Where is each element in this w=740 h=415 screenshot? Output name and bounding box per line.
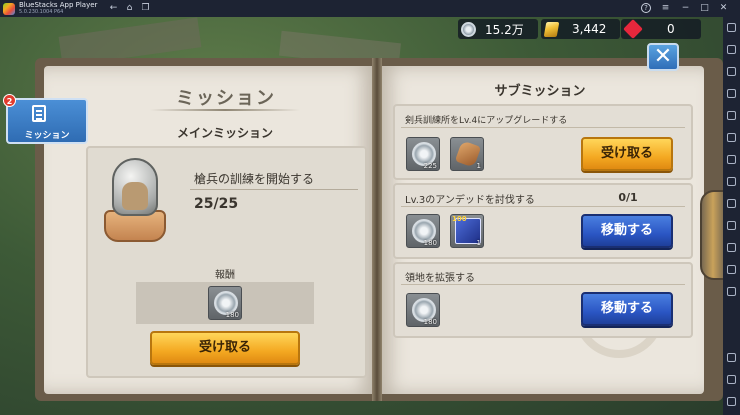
folder-icon[interactable] [727, 133, 736, 142]
home-icon[interactable]: ⌂ [124, 3, 135, 14]
eco-mode-icon[interactable] [727, 287, 736, 296]
reward-item: 180 [208, 286, 242, 320]
main-claim-button[interactable]: 受け取る [150, 331, 300, 365]
maximize-icon[interactable]: □ [699, 3, 710, 14]
submission-divider [401, 284, 685, 285]
bluestacks-logo-icon [3, 2, 15, 15]
notification-badge: 2 [3, 94, 16, 107]
submission-go-button[interactable]: 移動する [581, 214, 673, 248]
task-divider [190, 189, 358, 190]
sidebar-back-icon[interactable] [727, 375, 736, 384]
helmet-icon [100, 158, 168, 248]
back-icon[interactable]: ← [108, 3, 119, 14]
silver-amount: 15.2万 [485, 22, 524, 37]
gamepad-icon[interactable] [727, 45, 736, 54]
submission-divider [401, 127, 685, 128]
location-icon[interactable] [727, 177, 736, 186]
silver-resource: 15.2万 [458, 19, 538, 39]
shake-icon[interactable] [727, 199, 736, 208]
reward-item: 1 [450, 137, 484, 171]
reward-item: 180 [406, 214, 440, 248]
gem-amount: 0 [667, 22, 675, 36]
keyboard-icon[interactable] [727, 23, 736, 32]
gem-icon [623, 19, 643, 39]
main-mission-task: 槍兵の訓練を開始する [194, 172, 315, 186]
reward-item: 100 1 [450, 214, 484, 248]
submission-claim-button[interactable]: 受け取る [581, 137, 673, 171]
helmet-face [122, 182, 148, 210]
settings-icon[interactable] [727, 353, 736, 362]
mission-doc-icon [32, 105, 46, 122]
gold-resource: 3,442 [541, 19, 620, 39]
submission-text: 剣兵訓練所をLv.4にアップグレードする [405, 116, 568, 126]
multi-instance-icon[interactable] [727, 265, 736, 274]
reward-label: 報酬 [215, 270, 235, 281]
help-icon[interactable]: ? [641, 3, 651, 13]
main-mission-heading: メインミッション [176, 126, 273, 140]
submission-divider [401, 206, 685, 207]
emulator-sidebar [723, 17, 740, 415]
window-close-icon[interactable]: ✕ [718, 3, 729, 14]
gem-resource: 0 [621, 19, 701, 39]
tab-mission[interactable]: ミッション [6, 98, 88, 144]
minimize-icon[interactable]: − [680, 3, 691, 14]
page-title: ミッション [176, 88, 276, 109]
screenshot-icon[interactable] [727, 67, 736, 76]
menu-icon[interactable]: ≡ [660, 3, 671, 14]
item-quantity: 180 [423, 318, 437, 326]
record-icon[interactable] [727, 89, 736, 98]
submission-go-button[interactable]: 移動する [581, 292, 673, 326]
item-quantity: 180 [225, 311, 239, 319]
emulator-titlebar: BlueStacks App Player 5.0.230.1004 P64 ←… [0, 0, 740, 17]
silver-coin-icon [461, 21, 476, 37]
item-quantity: 1 [476, 239, 481, 247]
submission-heading: サブミッション [494, 84, 586, 99]
submission-text: 領地を拡張する [405, 273, 475, 284]
apk-install-icon[interactable] [727, 111, 736, 120]
submission-progress: 0/1 [618, 191, 638, 204]
macro-icon[interactable] [727, 243, 736, 252]
gold-bar-icon [543, 21, 560, 37]
app-title: BlueStacks App Player [19, 0, 98, 9]
tab-mission-label: ミッション [24, 131, 70, 141]
item-quantity: 225 [423, 162, 437, 170]
close-button[interactable]: ✕ [647, 43, 679, 71]
gold-amount: 3,442 [572, 22, 607, 36]
titlebar-text: BlueStacks App Player 5.0.230.1004 P64 [19, 0, 98, 16]
item-quantity: 1 [476, 162, 481, 170]
main-mission-progress: 25/25 [194, 196, 239, 212]
volume-icon[interactable] [727, 155, 736, 164]
reward-item: 225 [406, 137, 440, 171]
sidebar-home-icon[interactable] [727, 397, 736, 406]
rotate-icon[interactable] [727, 221, 736, 230]
item-quantity: 180 [423, 239, 437, 247]
submission-text: Lv.3のアンデッドを討伐する [405, 195, 535, 206]
app-version: 5.0.230.1004 P64 [19, 8, 64, 15]
item-tag: 100 [452, 215, 467, 223]
recent-apps-icon[interactable]: ❐ [140, 3, 151, 14]
title-divider [150, 109, 300, 111]
book-spine [372, 58, 382, 401]
reward-item: 180 [406, 293, 440, 327]
